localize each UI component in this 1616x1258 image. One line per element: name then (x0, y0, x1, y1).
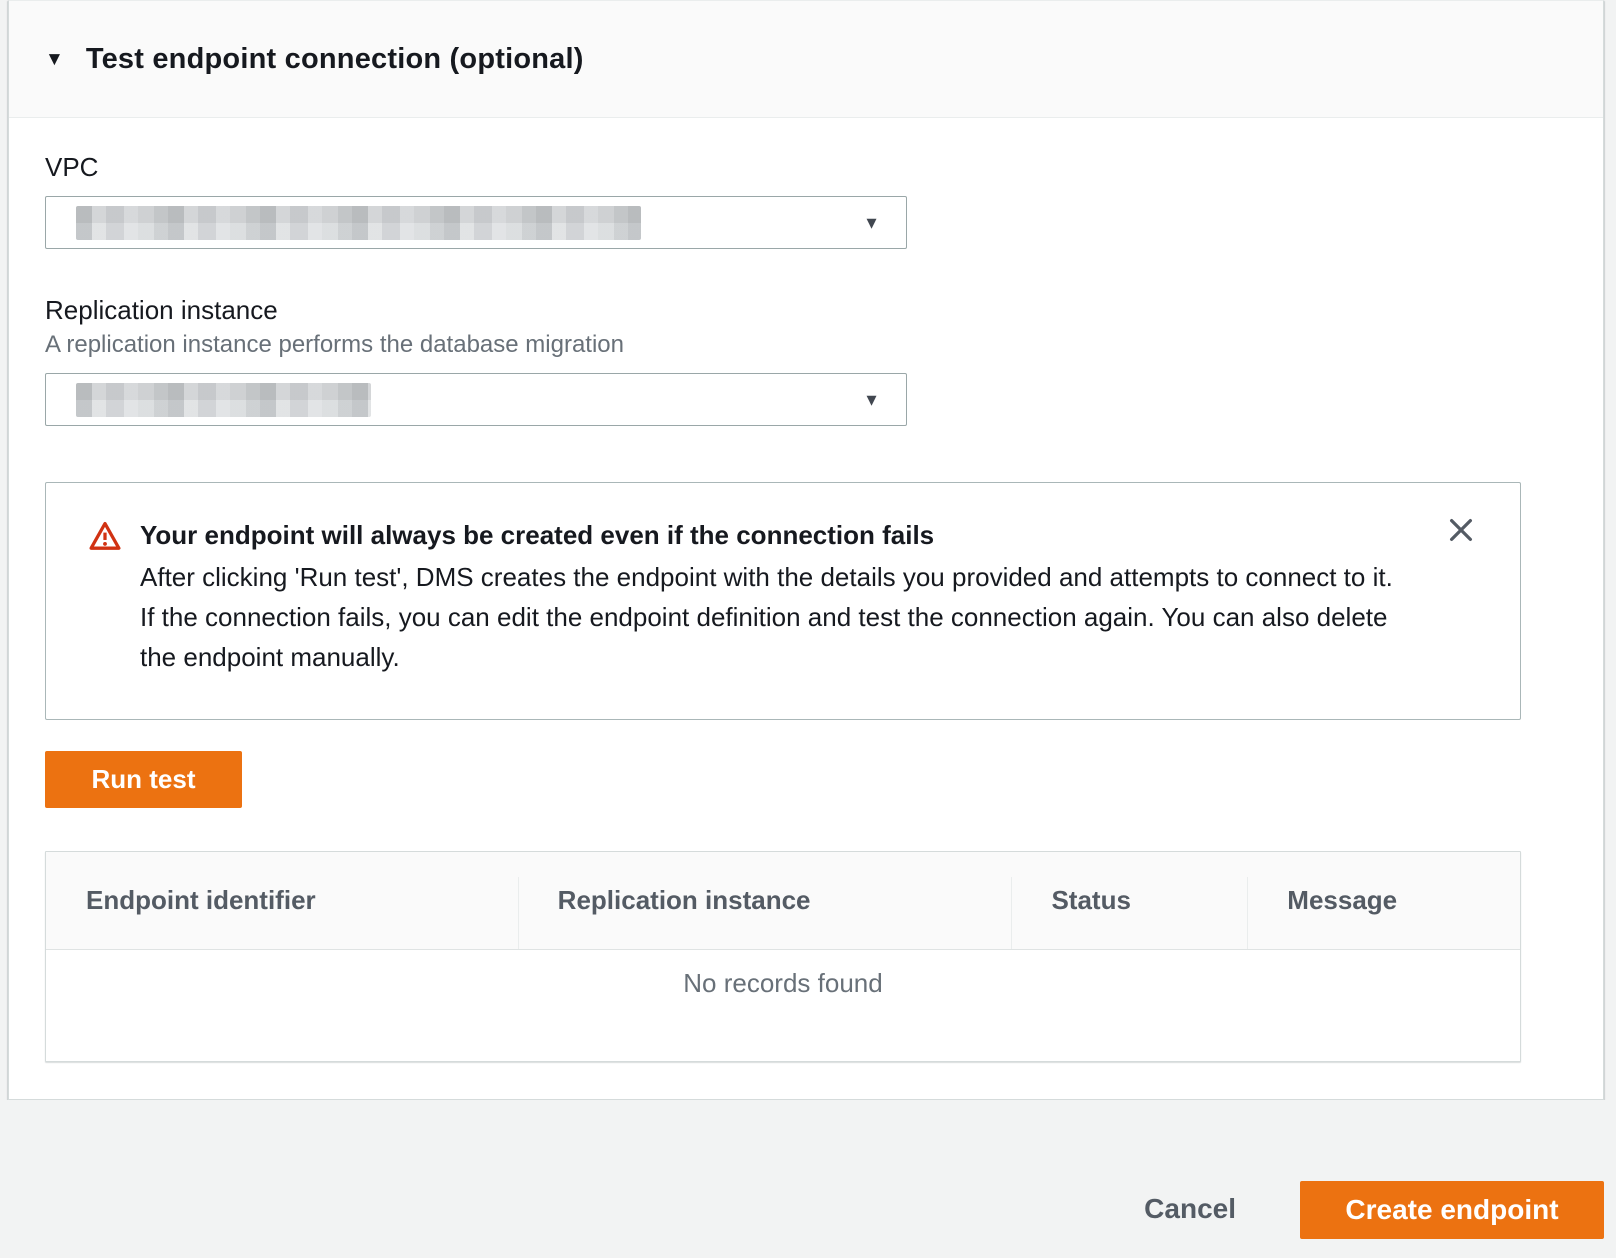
vpc-select[interactable]: ▼ (45, 196, 907, 249)
replication-instance-field-group: Replication instance A replication insta… (45, 295, 1519, 426)
warning-body: After clicking 'Run test', DMS creates t… (140, 557, 1400, 677)
connection-results-table: Endpoint identifier Replication instance… (45, 851, 1521, 1062)
replication-instance-selected-value-redacted (76, 383, 371, 417)
table-header-row: Endpoint identifier Replication instance… (46, 852, 1520, 950)
close-icon[interactable] (1446, 515, 1476, 545)
warning-text: Your endpoint will always be created eve… (140, 517, 1400, 679)
replication-instance-label: Replication instance (45, 295, 1519, 325)
caret-down-icon: ▼ (863, 391, 880, 408)
panel-body: VPC ▼ Replication instance A replication… (9, 118, 1603, 1100)
warning-alert: Your endpoint will always be created eve… (45, 482, 1521, 720)
warning-title: Your endpoint will always be created eve… (140, 517, 1400, 553)
warning-triangle-icon (88, 519, 122, 553)
caret-down-icon: ▼ (45, 50, 64, 69)
caret-down-icon: ▼ (863, 214, 880, 231)
column-header-status: Status (1011, 852, 1247, 949)
column-header-message: Message (1247, 852, 1520, 949)
run-test-button[interactable]: Run test (45, 751, 242, 808)
replication-instance-description: A replication instance performs the data… (45, 331, 1519, 359)
vpc-label: VPC (45, 152, 1519, 182)
cancel-button[interactable]: Cancel (1144, 1193, 1236, 1225)
page-title: Test endpoint connection (optional) (86, 43, 584, 76)
vpc-field-group: VPC ▼ (45, 152, 1519, 249)
column-header-endpoint-identifier: Endpoint identifier (46, 852, 518, 949)
section-header-test-endpoint[interactable]: ▼ Test endpoint connection (optional) (9, 1, 1603, 118)
table-empty-state: No records found (46, 950, 1520, 1061)
form-actions-footer: Cancel Create endpoint (0, 1100, 1616, 1258)
replication-instance-select[interactable]: ▼ (45, 373, 907, 426)
test-endpoint-panel: ▼ Test endpoint connection (optional) VP… (8, 0, 1604, 1100)
column-header-replication-instance: Replication instance (518, 852, 1012, 949)
create-endpoint-button[interactable]: Create endpoint (1300, 1181, 1604, 1239)
vpc-selected-value-redacted (76, 206, 641, 240)
